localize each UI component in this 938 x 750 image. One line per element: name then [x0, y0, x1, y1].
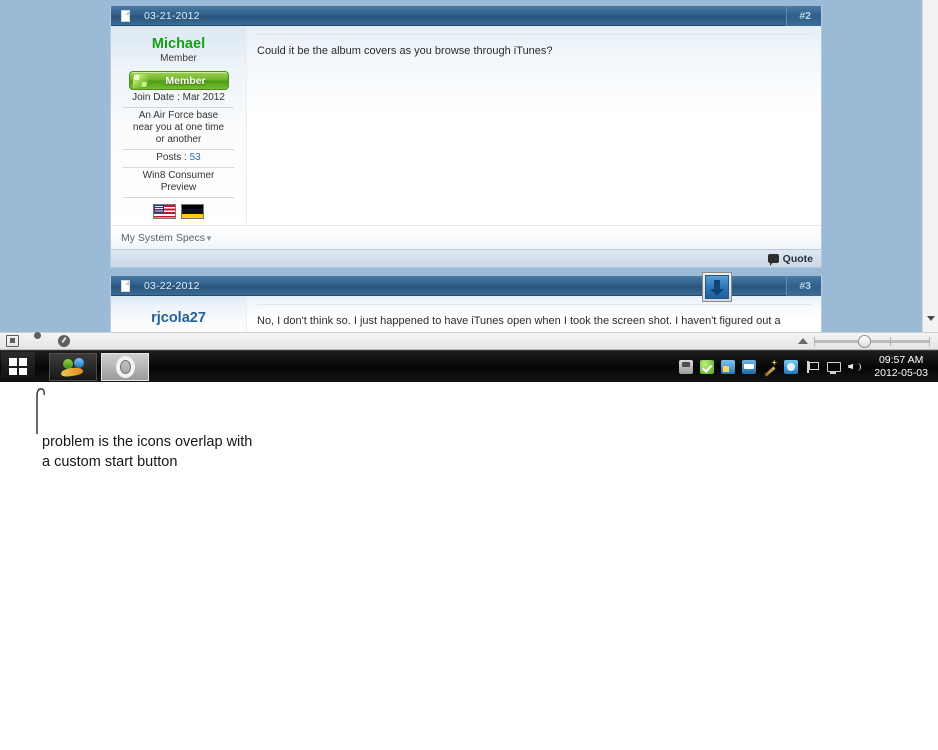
location-line-1: An Air Force base	[138, 110, 219, 121]
windows-logo-icon	[9, 358, 27, 375]
annotation-text: problem is the icons overlap with a cust…	[42, 434, 253, 470]
quote-bubble-icon	[767, 254, 779, 266]
display-icon[interactable]	[826, 360, 842, 374]
post-user-title: Member	[160, 53, 197, 64]
document-icon	[121, 279, 130, 292]
safely-remove-hardware-icon[interactable]	[679, 359, 694, 374]
post-message-body: Could it be the album covers as you brow…	[246, 26, 821, 225]
zoom-slider-handle[interactable]	[858, 334, 871, 348]
germany-flag-icon	[181, 204, 204, 219]
volume-icon[interactable]	[847, 360, 862, 374]
flag-action-center-icon[interactable]	[805, 360, 820, 374]
forum-post: 03-21-2012 #2 Michael Member Member Join…	[110, 6, 822, 268]
posts-label: Posts :	[156, 152, 190, 163]
quote-button-label: Quote	[782, 252, 813, 265]
location-line-3: or another	[123, 134, 234, 150]
browser-viewport: 03-21-2012 #2 Michael Member Member Join…	[0, 0, 938, 332]
network-properties-icon[interactable]	[721, 359, 736, 374]
rank-badge: Member	[128, 71, 229, 90]
download-arrow-icon[interactable]	[702, 272, 732, 302]
post-date: 03-22-2012	[144, 279, 200, 292]
post-username[interactable]: Michael	[115, 36, 242, 52]
location-line-2: near you at one time	[132, 122, 225, 133]
us-flag-icon	[153, 204, 176, 219]
screenshot-root: 03-21-2012 #2 Michael Member Member Join…	[0, 0, 938, 750]
os-line-2: Preview	[123, 182, 234, 198]
post-message-text: No, I don't think so. I just happened to…	[257, 315, 781, 327]
post-message-body: No, I don't think so. I just happened to…	[246, 296, 821, 332]
post-number[interactable]: #2	[786, 6, 821, 26]
windows-flag-logo-icon	[131, 74, 149, 88]
post-footer: My System Specs▼	[111, 225, 821, 249]
quote-button[interactable]: Quote	[767, 252, 813, 266]
post-message-text: Could it be the album covers as you brow…	[257, 45, 553, 57]
post-date: 03-21-2012	[144, 9, 200, 22]
sync-center-icon[interactable]	[742, 359, 757, 374]
message-divider	[257, 34, 811, 35]
zoom-controls	[798, 334, 938, 348]
post-action-bar: Quote	[111, 249, 821, 267]
system-tray: 09:57 AM 2012-05-03	[679, 354, 938, 380]
document-icon	[121, 9, 130, 22]
magic-wand-icon[interactable]	[763, 360, 777, 374]
windows-taskbar: 09:57 AM 2012-05-03	[0, 350, 938, 382]
posts-count: 53	[189, 152, 201, 163]
rank-badge-label: Member	[165, 74, 206, 87]
message-divider	[257, 304, 811, 305]
opera-icon	[115, 355, 135, 378]
my-system-specs-label: My System Specs	[121, 231, 206, 244]
clock-time: 09:57 AM	[878, 353, 924, 366]
window-icon[interactable]	[6, 335, 19, 347]
post-user-info: Michael Member Member Join Date : Mar 20…	[111, 26, 246, 225]
status-bar	[0, 332, 938, 350]
zoom-out-icon[interactable]	[798, 338, 808, 344]
start-button[interactable]	[1, 351, 35, 382]
antivirus-check-icon[interactable]	[700, 359, 715, 374]
messenger-icon[interactable]	[784, 359, 799, 374]
taskbar-clock[interactable]: 09:57 AM 2012-05-03	[868, 354, 932, 380]
join-date-line: Join Date : Mar 2012	[123, 90, 234, 108]
taskbar-button-msn-messenger[interactable]	[49, 352, 97, 381]
user-flags	[115, 204, 242, 219]
scroll-down-arrow-icon[interactable]	[923, 311, 938, 326]
status-bar-icons	[0, 335, 70, 347]
post-header: 03-21-2012 #2	[111, 6, 821, 26]
chevron-down-icon: ▼	[205, 233, 213, 243]
speedometer-icon[interactable]	[58, 335, 70, 347]
post-number[interactable]: #3	[786, 276, 821, 296]
post-user-info: rjcola27	[111, 296, 246, 332]
annotation-layer: problem is the icons overlap with a cust…	[0, 382, 938, 502]
msn-messenger-icon	[60, 357, 85, 377]
post-username[interactable]: rjcola27	[115, 310, 242, 326]
taskbar-button-opera-browser[interactable]	[101, 352, 149, 381]
os-line-1: Win8 Consumer	[142, 170, 215, 181]
cloud-icon[interactable]	[32, 335, 45, 347]
my-system-specs-link[interactable]: My System Specs▼	[121, 232, 213, 244]
post-body: Michael Member Member Join Date : Mar 20…	[111, 26, 821, 225]
posts-count-line: Posts : 53	[123, 150, 234, 168]
clock-date: 2012-05-03	[874, 366, 928, 379]
zoom-slider[interactable]	[814, 334, 930, 348]
vertical-scrollbar[interactable]	[922, 0, 938, 332]
